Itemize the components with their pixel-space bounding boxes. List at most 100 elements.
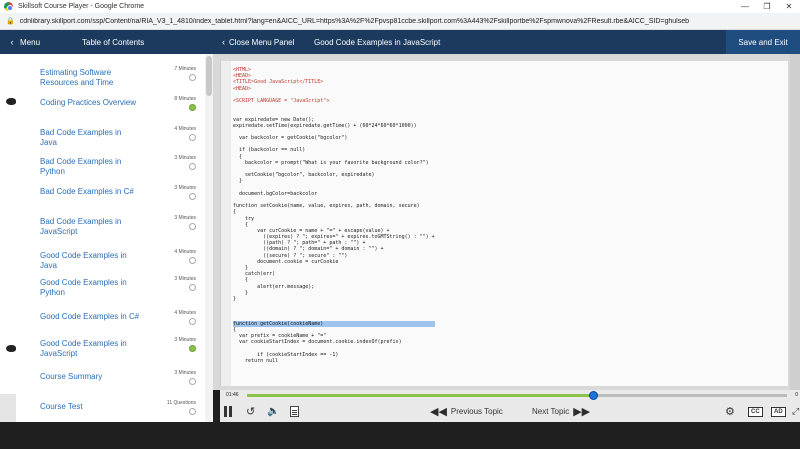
toc-item-label[interactable]: Good Code Examples in C# (40, 312, 140, 322)
toc-item[interactable]: Good Code Examples in Python 3 Minutes (16, 276, 204, 306)
toc-item-duration: 4 Minutes (174, 310, 196, 316)
toc-item[interactable]: Good Code Examples in JavaScript 3 Minute… (16, 337, 204, 367)
time-elapsed: 01:46 (226, 392, 239, 398)
lock-icon: 🔒 (6, 18, 15, 25)
sidebar-marker-strip (0, 54, 16, 422)
toc-item[interactable]: Bad Code Examples in C# 3 Minutes (16, 185, 204, 215)
toc-item-duration: 3 Minutes (174, 215, 196, 221)
toc-item[interactable]: Estimating Software Resources and Time 7 … (16, 66, 204, 96)
toc-item-label[interactable]: Good Code Examples in JavaScript (40, 339, 140, 359)
code-line: return null (233, 357, 279, 364)
audio-description-button[interactable]: AD (771, 400, 786, 423)
toc-item[interactable]: Course Test 11 Questions (16, 400, 204, 422)
toc-item[interactable]: Bad Code Examples in Java 4 Minutes (16, 126, 204, 156)
toc-item[interactable]: Coding Practices Overview 8 Minutes (16, 96, 204, 126)
toc-item-label[interactable]: Good Code Examples in Java (40, 251, 140, 271)
code-line: expiredate.setTime(expiredate.getTime() … (233, 122, 417, 129)
progress-track[interactable] (247, 391, 787, 400)
code-text: <HTML> <HEAD> <TITLE>Good JavaScript</TITL… (233, 67, 435, 364)
close-window-button[interactable]: ✕ (778, 0, 800, 13)
code-listing: <HTML> <HEAD> <TITLE>Good JavaScript</TITL… (220, 61, 788, 386)
toc-item-duration: 3 Minutes (174, 155, 196, 161)
toc-item-duration: 4 Minutes (174, 126, 196, 132)
browser-title-bar: Skillsoft Course Player - Google Chrome … (0, 0, 800, 13)
chrome-icon (4, 2, 13, 11)
transcript-button[interactable] (290, 400, 299, 423)
sidebar-scroll-thumb[interactable] (206, 56, 212, 96)
previous-topic-button[interactable]: ◀◀ Previous Topic (430, 400, 503, 423)
toc-item-label[interactable]: Bad Code Examples in Python (40, 157, 140, 177)
toc-item-duration: 3 Minutes (174, 337, 196, 343)
toc-item-label[interactable]: Bad Code Examples in JavaScript (40, 217, 140, 237)
not-started-status-icon (189, 284, 196, 291)
rewind-arrows-icon: ◀◀ (430, 406, 447, 418)
not-started-status-icon (189, 163, 196, 170)
not-started-status-icon (189, 193, 196, 200)
toc-item-label[interactable]: Course Test (40, 402, 140, 412)
sidebar-footer-strip (0, 394, 16, 422)
code-gutter (221, 61, 231, 386)
code-line: backcolor = prompt("What is your favorit… (233, 159, 429, 166)
toc-item[interactable]: Bad Code Examples in Python 3 Minutes (16, 155, 204, 185)
content-area: <HTML> <HEAD> <TITLE>Good JavaScript</TITL… (213, 54, 800, 390)
toc-item-duration: 7 Minutes (174, 66, 196, 72)
toc-item-label[interactable]: Coding Practices Overview (40, 98, 140, 108)
settings-button[interactable]: ⚙ (725, 400, 735, 423)
fullscreen-button[interactable]: ⤢ (792, 400, 799, 423)
bottom-bar (0, 422, 800, 449)
current-item-marker-icon (6, 345, 16, 352)
not-started-status-icon (189, 223, 196, 230)
time-total: 0 (795, 392, 798, 398)
url-text[interactable]: cdnlibrary.skillport.com/ssp/Content/ria… (20, 18, 689, 25)
toc-heading: Table of Contents (82, 37, 145, 47)
toc-item[interactable]: Course Summary 3 Minutes (16, 370, 204, 400)
close-menu-panel-label: Close Menu Panel (229, 37, 295, 47)
pause-button[interactable] (224, 400, 234, 423)
minimize-button[interactable]: — (734, 0, 756, 13)
not-started-status-icon (189, 134, 196, 141)
toc-item-label[interactable]: Bad Code Examples in Java (40, 128, 140, 148)
toc-item-label[interactable]: Bad Code Examples in C# (40, 187, 140, 197)
document-icon (290, 406, 299, 417)
toc-item-duration: 4 Minutes (174, 249, 196, 255)
address-bar[interactable]: 🔒 cdnlibrary.skillport.com/ssp/Content/r… (0, 13, 800, 30)
next-topic-button[interactable]: Next Topic ▶▶ (532, 400, 590, 423)
closed-captions-button[interactable]: CC (748, 400, 763, 423)
progress-fill (247, 394, 593, 397)
lesson-title: Good Code Examples in JavaScript (314, 37, 441, 47)
not-started-status-icon (189, 74, 196, 81)
content-scrollbar[interactable] (790, 54, 800, 390)
volume-button[interactable]: 🔈 (267, 400, 279, 423)
completed-status-icon (189, 345, 196, 352)
toc-item-duration: 11 Questions (166, 400, 196, 406)
player-header: ‹ Menu Table of Contents ‹ Close Menu Pa… (0, 30, 800, 54)
toc-item[interactable]: Good Code Examples in C# 4 Minutes (16, 310, 204, 340)
gear-icon: ⚙ (725, 406, 735, 418)
toc-item[interactable]: Bad Code Examples in JavaScript 3 Minutes (16, 215, 204, 245)
progress-thumb[interactable] (588, 391, 598, 400)
toc-item-duration: 3 Minutes (174, 185, 196, 191)
back-chevron-icon[interactable]: ‹ (4, 37, 20, 47)
close-menu-panel-button[interactable]: ‹ Close Menu Panel (222, 37, 308, 47)
previous-topic-label: Previous Topic (450, 407, 503, 416)
toc-sidebar: Estimating Software Resources and Time 7 … (0, 54, 213, 422)
course-player-window: Skillsoft Course Player - Google Chrome … (0, 0, 800, 449)
menu-button[interactable]: Menu (20, 38, 64, 47)
toc-item-label[interactable]: Good Code Examples in Python (40, 278, 140, 298)
rewind-button[interactable]: ↺ (246, 400, 255, 423)
toc-item-duration: 3 Minutes (174, 370, 196, 376)
maximize-button[interactable]: ❐ (756, 0, 778, 13)
player-controls: 01:46 0 ↺ 🔈 ◀◀ Previous Topic Next Topic… (220, 390, 800, 423)
toc-item[interactable]: Good Code Examples in Java 4 Minutes (16, 249, 204, 279)
toc-item-label[interactable]: Course Summary (40, 372, 140, 382)
pause-icon (224, 406, 227, 417)
toc-item-label[interactable]: Estimating Software Resources and Time (40, 68, 140, 88)
ad-icon: AD (771, 406, 786, 417)
save-and-exit-button[interactable]: Save and Exit (726, 30, 800, 54)
window-controls: — ❐ ✕ (734, 0, 800, 13)
expand-icon: ⤢ (792, 406, 800, 416)
current-item-marker-icon (6, 98, 16, 105)
sidebar-scrollbar[interactable] (205, 54, 213, 422)
not-started-status-icon (189, 257, 196, 264)
not-started-status-icon (189, 318, 196, 325)
